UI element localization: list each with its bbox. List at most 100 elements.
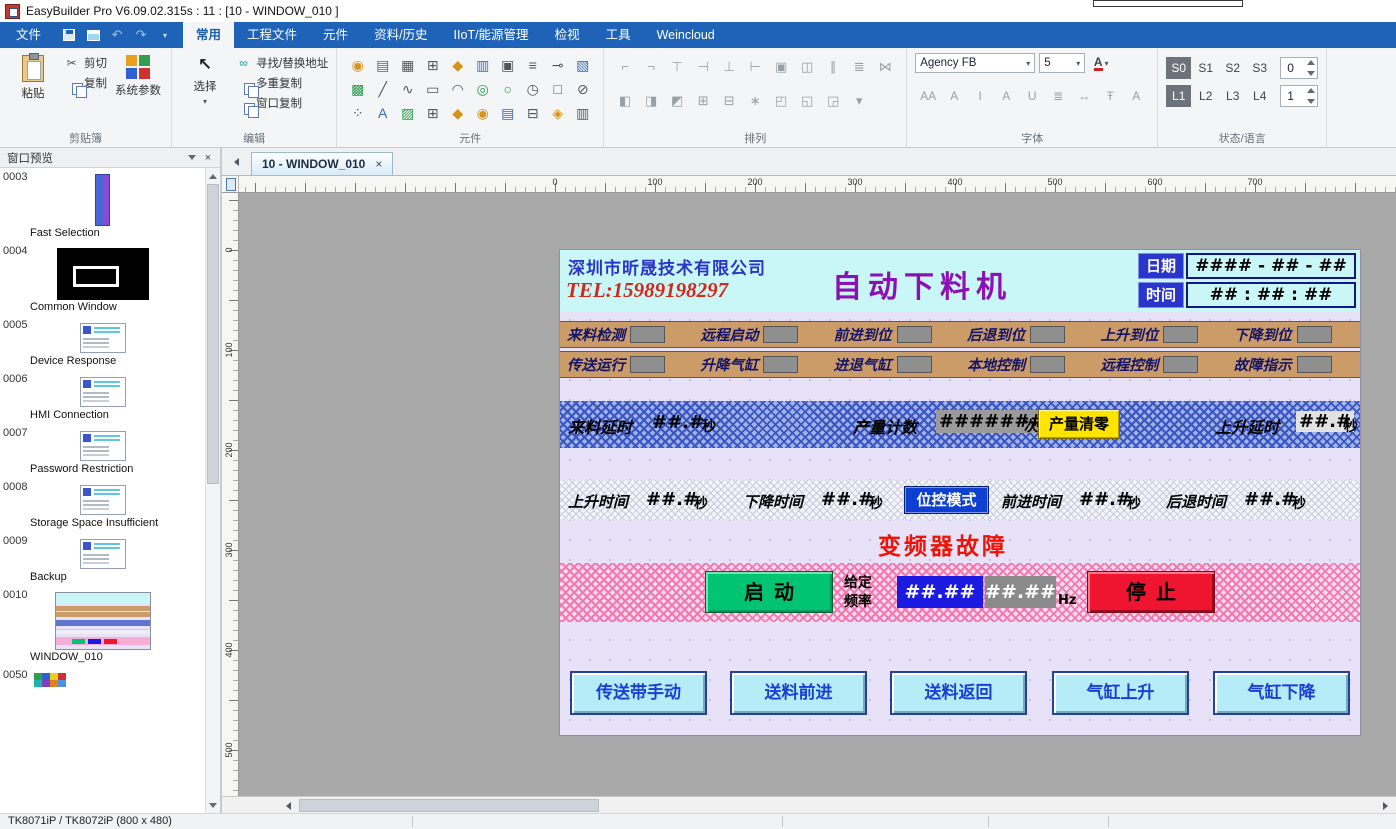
indicator-cell[interactable]: 故障指示 <box>1227 352 1360 377</box>
panel-close-button[interactable]: × <box>200 150 216 166</box>
preview-item-0010[interactable]: 0010 WINDOW_010 <box>0 586 205 666</box>
stop-button[interactable]: 停止 <box>1087 571 1215 613</box>
component-icon[interactable]: ◆ <box>445 101 470 125</box>
indicator-lamp[interactable] <box>763 356 798 373</box>
component-icon[interactable]: ≡ <box>520 53 545 77</box>
preview-item-0004[interactable]: 0004 Common Window <box>0 242 205 316</box>
document-tab[interactable]: 10 - WINDOW_010 × <box>251 152 393 175</box>
component-icon[interactable]: ╱ <box>370 77 395 101</box>
component-icon[interactable]: ◷ <box>520 77 545 101</box>
panel-dropdown-button[interactable] <box>184 150 200 166</box>
indicator-cell[interactable]: 后退到位 <box>960 322 1093 347</box>
component-icon[interactable]: ◉ <box>470 101 495 125</box>
state-button[interactable]: S1 <box>1193 57 1218 79</box>
component-icon[interactable]: ⊟ <box>520 101 545 125</box>
language-button[interactable]: L3 <box>1220 85 1245 107</box>
ribbon-tab[interactable]: 工程文件 <box>234 22 310 48</box>
indicator-lamp[interactable] <box>1297 326 1332 343</box>
hmi-screen[interactable]: 深圳市昕晟技术有限公司 TEL:15989198297 自动下料机 日期 ###… <box>560 250 1360 735</box>
position-mode-button[interactable]: 位控模式 <box>904 486 989 514</box>
component-icon[interactable]: ○ <box>495 77 520 101</box>
text-color-button[interactable]: A ▾ <box>1089 53 1113 73</box>
spinner-down-icon[interactable] <box>1307 99 1315 104</box>
ribbon-tab[interactable]: 检视 <box>542 22 593 48</box>
component-icon[interactable]: ∿ <box>395 77 420 101</box>
tab-close-icon[interactable]: × <box>375 157 382 171</box>
hmi-time-display[interactable]: ## : ## : ## <box>1186 282 1356 308</box>
indicator-lamp[interactable] <box>897 326 932 343</box>
incoming-delay-value[interactable]: ##.# <box>652 412 704 433</box>
scroll-down-button[interactable] <box>206 798 220 813</box>
hmi-tel-text[interactable]: TEL:15989198297 <box>566 278 728 303</box>
state-button[interactable]: S0 <box>1166 57 1191 79</box>
hmi-function-button[interactable]: 气缸下降 <box>1213 671 1350 715</box>
language-spinner[interactable]: 1 <box>1280 85 1318 107</box>
component-icon[interactable]: ▣ <box>495 53 520 77</box>
language-button[interactable]: L2 <box>1193 85 1218 107</box>
indicator-cell[interactable]: 前进到位 <box>827 322 960 347</box>
indicator-cell[interactable]: 本地控制 <box>960 352 1093 377</box>
preview-item-0003[interactable]: 0003 Fast Selection <box>0 168 205 242</box>
preview-item-0006[interactable]: 0006 HMI Connection <box>0 370 205 424</box>
component-icon[interactable]: ▥ <box>470 53 495 77</box>
panel-scrollbar[interactable] <box>205 168 220 813</box>
forward-time-value[interactable]: ##.# <box>1079 489 1131 510</box>
language-button[interactable]: L4 <box>1247 85 1272 107</box>
component-icon[interactable]: ⊞ <box>420 53 445 77</box>
component-icon[interactable]: ◆ <box>445 53 470 77</box>
component-icon[interactable]: ◈ <box>545 101 570 125</box>
hmi-time-label[interactable]: 时间 <box>1138 282 1184 308</box>
actual-frequency-value[interactable]: ##.## <box>985 576 1056 608</box>
hmi-date-label[interactable]: 日期 <box>1138 253 1184 279</box>
indicator-lamp[interactable] <box>897 356 932 373</box>
spinner-down-icon[interactable] <box>1307 71 1315 76</box>
component-icon[interactable]: ◠ <box>445 77 470 101</box>
qat-dropdown-button[interactable]: ▾ <box>153 22 177 48</box>
ribbon-tab[interactable]: 资料/历史 <box>361 22 440 48</box>
component-icon[interactable]: ▨ <box>395 101 420 125</box>
indicator-lamp[interactable] <box>1297 356 1332 373</box>
indicator-cell[interactable]: 远程控制 <box>1093 352 1226 377</box>
system-params-button[interactable]: 系统参数 <box>113 53 163 98</box>
indicator-cell[interactable]: 传送运行 <box>560 352 693 377</box>
ribbon-tab[interactable]: 元件 <box>310 22 361 48</box>
indicator-lamp[interactable] <box>630 356 665 373</box>
spinner-up-icon[interactable] <box>1307 60 1315 65</box>
paste-button[interactable]: 粘贴 <box>8 53 58 101</box>
preview-item-0005[interactable]: 0005 Device Response <box>0 316 205 370</box>
component-icon[interactable]: ▥ <box>570 101 595 125</box>
hmi-title-text[interactable]: 自动下料机 <box>832 262 1012 306</box>
indicator-cell[interactable]: 升降气缸 <box>693 352 826 377</box>
indicator-cell[interactable]: 来料检测 <box>560 322 693 347</box>
work-area[interactable]: 深圳市昕晟技术有限公司 TEL:15989198297 自动下料机 日期 ###… <box>239 193 1396 796</box>
ribbon-tab[interactable]: 常用 <box>183 22 234 48</box>
preview-item-0007[interactable]: 0007 Password Restriction <box>0 424 205 478</box>
component-icon[interactable]: A <box>370 101 395 125</box>
inverter-fault-text[interactable]: 变频器故障 <box>878 527 1008 561</box>
tab-nav-left-button[interactable] <box>227 152 245 172</box>
state-button[interactable]: S2 <box>1220 57 1245 79</box>
component-icon[interactable]: ▤ <box>495 101 520 125</box>
back-time-value[interactable]: ##.# <box>1244 489 1296 510</box>
preview-item-0008[interactable]: 0008 Storage Space Insufficient <box>0 478 205 532</box>
preview-item-0050[interactable]: 0050 <box>0 666 205 698</box>
file-menu[interactable]: 文件 <box>0 22 57 48</box>
component-icon[interactable]: ▧ <box>570 53 595 77</box>
font-family-select[interactable]: Agency FB ▾ <box>915 53 1035 73</box>
up-time-value[interactable]: ##.# <box>646 489 698 510</box>
scrollbar-thumb[interactable] <box>299 799 599 812</box>
set-frequency-value[interactable]: ##.## <box>897 576 983 608</box>
language-button[interactable]: L1 <box>1166 85 1191 107</box>
copy-button[interactable]: 复制 <box>64 75 107 91</box>
horizontal-scrollbar[interactable] <box>222 796 1396 813</box>
hmi-date-display[interactable]: #### - ## - ## <box>1186 253 1356 279</box>
find-replace-address-button[interactable]: ∞ 寻找/替换地址 <box>236 55 328 71</box>
indicator-lamp[interactable] <box>763 326 798 343</box>
hmi-function-button[interactable]: 送料返回 <box>890 671 1027 715</box>
start-button[interactable]: 启动 <box>705 571 833 613</box>
component-icon[interactable]: ▭ <box>420 77 445 101</box>
indicator-lamp[interactable] <box>1163 356 1198 373</box>
scroll-up-button[interactable] <box>206 168 220 183</box>
multi-copy-button[interactable]: 多重复制 <box>236 75 328 91</box>
component-icon[interactable]: □ <box>545 77 570 101</box>
